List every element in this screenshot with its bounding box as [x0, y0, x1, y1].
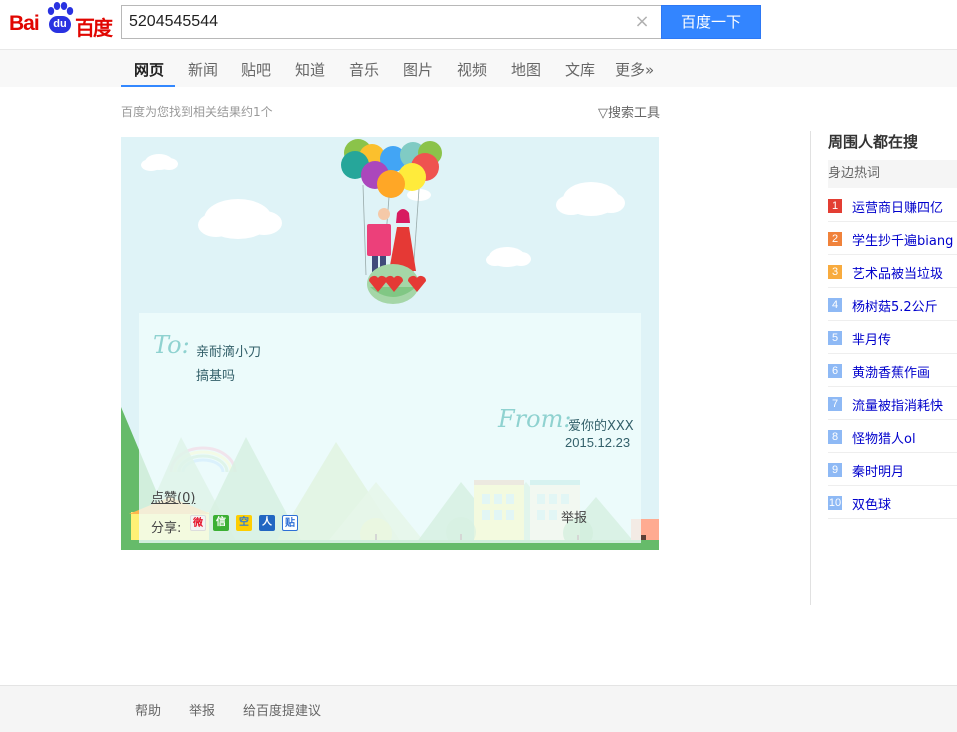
logo-latin: Bai — [9, 12, 40, 35]
footer-report-link[interactable]: 举报 — [189, 700, 215, 719]
to-name: 亲耐滴小刀 — [196, 345, 262, 360]
logo-du: du — [49, 16, 71, 33]
to-label: To: — [153, 331, 190, 359]
hot-rank-badge: 6 — [828, 364, 842, 378]
hot-search-item[interactable]: 7 流量被指消耗快 — [828, 387, 957, 420]
tab-map[interactable]: 地图 — [511, 59, 541, 80]
hot-search-text: 秦时明月 — [852, 465, 905, 480]
renren-icon[interactable]: 人 — [259, 515, 275, 531]
hot-rank-badge: 8 — [828, 430, 842, 444]
logo-chinese: 百度 — [75, 16, 113, 40]
hot-search-text: 运营商日赚四亿 — [852, 201, 944, 216]
clear-icon[interactable]: × — [634, 13, 650, 31]
hot-search-text: 艺术品被当垃圾 — [852, 267, 944, 282]
hot-search-item[interactable]: 6 黄渤香蕉作画 — [828, 354, 957, 387]
search-button[interactable]: 百度一下 — [661, 5, 761, 39]
hot-search-text: 杨树菇5.2公斤 — [852, 300, 938, 315]
hot-rank-badge: 1 — [828, 199, 842, 213]
nav-bar: 网页 新闻 贴吧 知道 音乐 图片 视频 地图 文库 更多» — [0, 49, 957, 87]
like-link[interactable]: 点赞(0) — [151, 487, 195, 506]
hot-rank-badge: 5 — [828, 331, 842, 345]
hot-search-text: 黄渤香蕉作画 — [852, 366, 931, 381]
search-tools-button[interactable]: ▽搜索工具 — [598, 102, 660, 121]
tab-web[interactable]: 网页 — [134, 59, 164, 80]
search-box: × — [121, 5, 662, 39]
hot-search-item[interactable]: 10 双色球 — [828, 486, 957, 519]
hot-rank-badge: 9 — [828, 463, 842, 477]
tab-wenku[interactable]: 文库 — [565, 59, 595, 80]
search-input[interactable] — [129, 6, 609, 38]
sidebar-title: 周围人都在搜 — [828, 133, 919, 151]
hot-search-text: 学生抄千遍biang — [852, 234, 954, 249]
footer-feedback-link[interactable]: 给百度提建议 — [243, 700, 321, 719]
hot-search-item[interactable]: 8 怪物猎人ol — [828, 420, 957, 453]
report-link[interactable]: 举报 — [561, 507, 587, 526]
from-label: From: — [498, 405, 572, 433]
hot-rank-badge: 10 — [828, 496, 842, 510]
hot-search-item[interactable]: 4 杨树菇5.2公斤 — [828, 288, 957, 321]
hot-rank-badge: 4 — [828, 298, 842, 312]
qzone-icon[interactable]: 空 — [236, 515, 252, 531]
hot-search-item[interactable]: 3 艺术品被当垃圾 — [828, 255, 957, 288]
hot-search-item[interactable]: 5 芈月传 — [828, 321, 957, 354]
baidu-logo[interactable]: Bai du 百度 — [9, 0, 113, 40]
hot-rank-badge: 2 — [828, 232, 842, 246]
card-message: 搞基吗 — [196, 369, 236, 384]
baidu-results-page: Bai du 百度 × 百度一下 网页 新闻 贴吧 知道 音乐 图片 视频 地图… — [0, 0, 957, 732]
tieba-icon[interactable]: 贴 — [282, 515, 298, 531]
hot-rank-badge: 3 — [828, 265, 842, 279]
from-name: 爱你的XXX — [568, 419, 634, 434]
hot-search-item[interactable]: 2 学生抄千遍biang — [828, 222, 957, 255]
sidebar-subtitle: 身边热词 — [828, 160, 957, 188]
tab-music[interactable]: 音乐 — [349, 59, 379, 80]
card-date: 2015.12.23 — [565, 435, 631, 450]
share-label: 分享: — [151, 521, 182, 536]
tab-zhidao[interactable]: 知道 — [295, 59, 325, 80]
hot-search-text: 芈月传 — [852, 333, 892, 348]
hot-search-text: 怪物猎人ol — [852, 432, 916, 447]
hot-search-item[interactable]: 9 秦时明月 — [828, 453, 957, 486]
hot-rank-badge: 7 — [828, 397, 842, 411]
hot-search-text: 双色球 — [852, 498, 892, 513]
footer-help-link[interactable]: 帮助 — [135, 700, 161, 719]
active-tab-indicator — [121, 85, 175, 87]
hot-search-item[interactable]: 1 运营商日赚四亿 — [828, 189, 957, 222]
tab-images[interactable]: 图片 — [403, 59, 433, 80]
wechat-icon[interactable]: 信 — [213, 515, 229, 531]
result-count: 百度为您找到相关结果约1个 — [121, 105, 273, 119]
footer: 帮助 举报 给百度提建议 — [0, 685, 957, 732]
tab-video[interactable]: 视频 — [457, 59, 487, 80]
tab-tieba[interactable]: 贴吧 — [241, 59, 271, 80]
love-card: To: 亲耐滴小刀 搞基吗 From: 爱你的XXX 2015.12.23 点赞… — [121, 137, 659, 550]
weibo-icon[interactable]: 微 — [190, 515, 206, 531]
tab-more[interactable]: 更多» — [615, 59, 654, 80]
tab-news[interactable]: 新闻 — [188, 59, 218, 80]
hot-search-text: 流量被指消耗快 — [852, 399, 944, 414]
sidebar-divider — [810, 131, 811, 605]
